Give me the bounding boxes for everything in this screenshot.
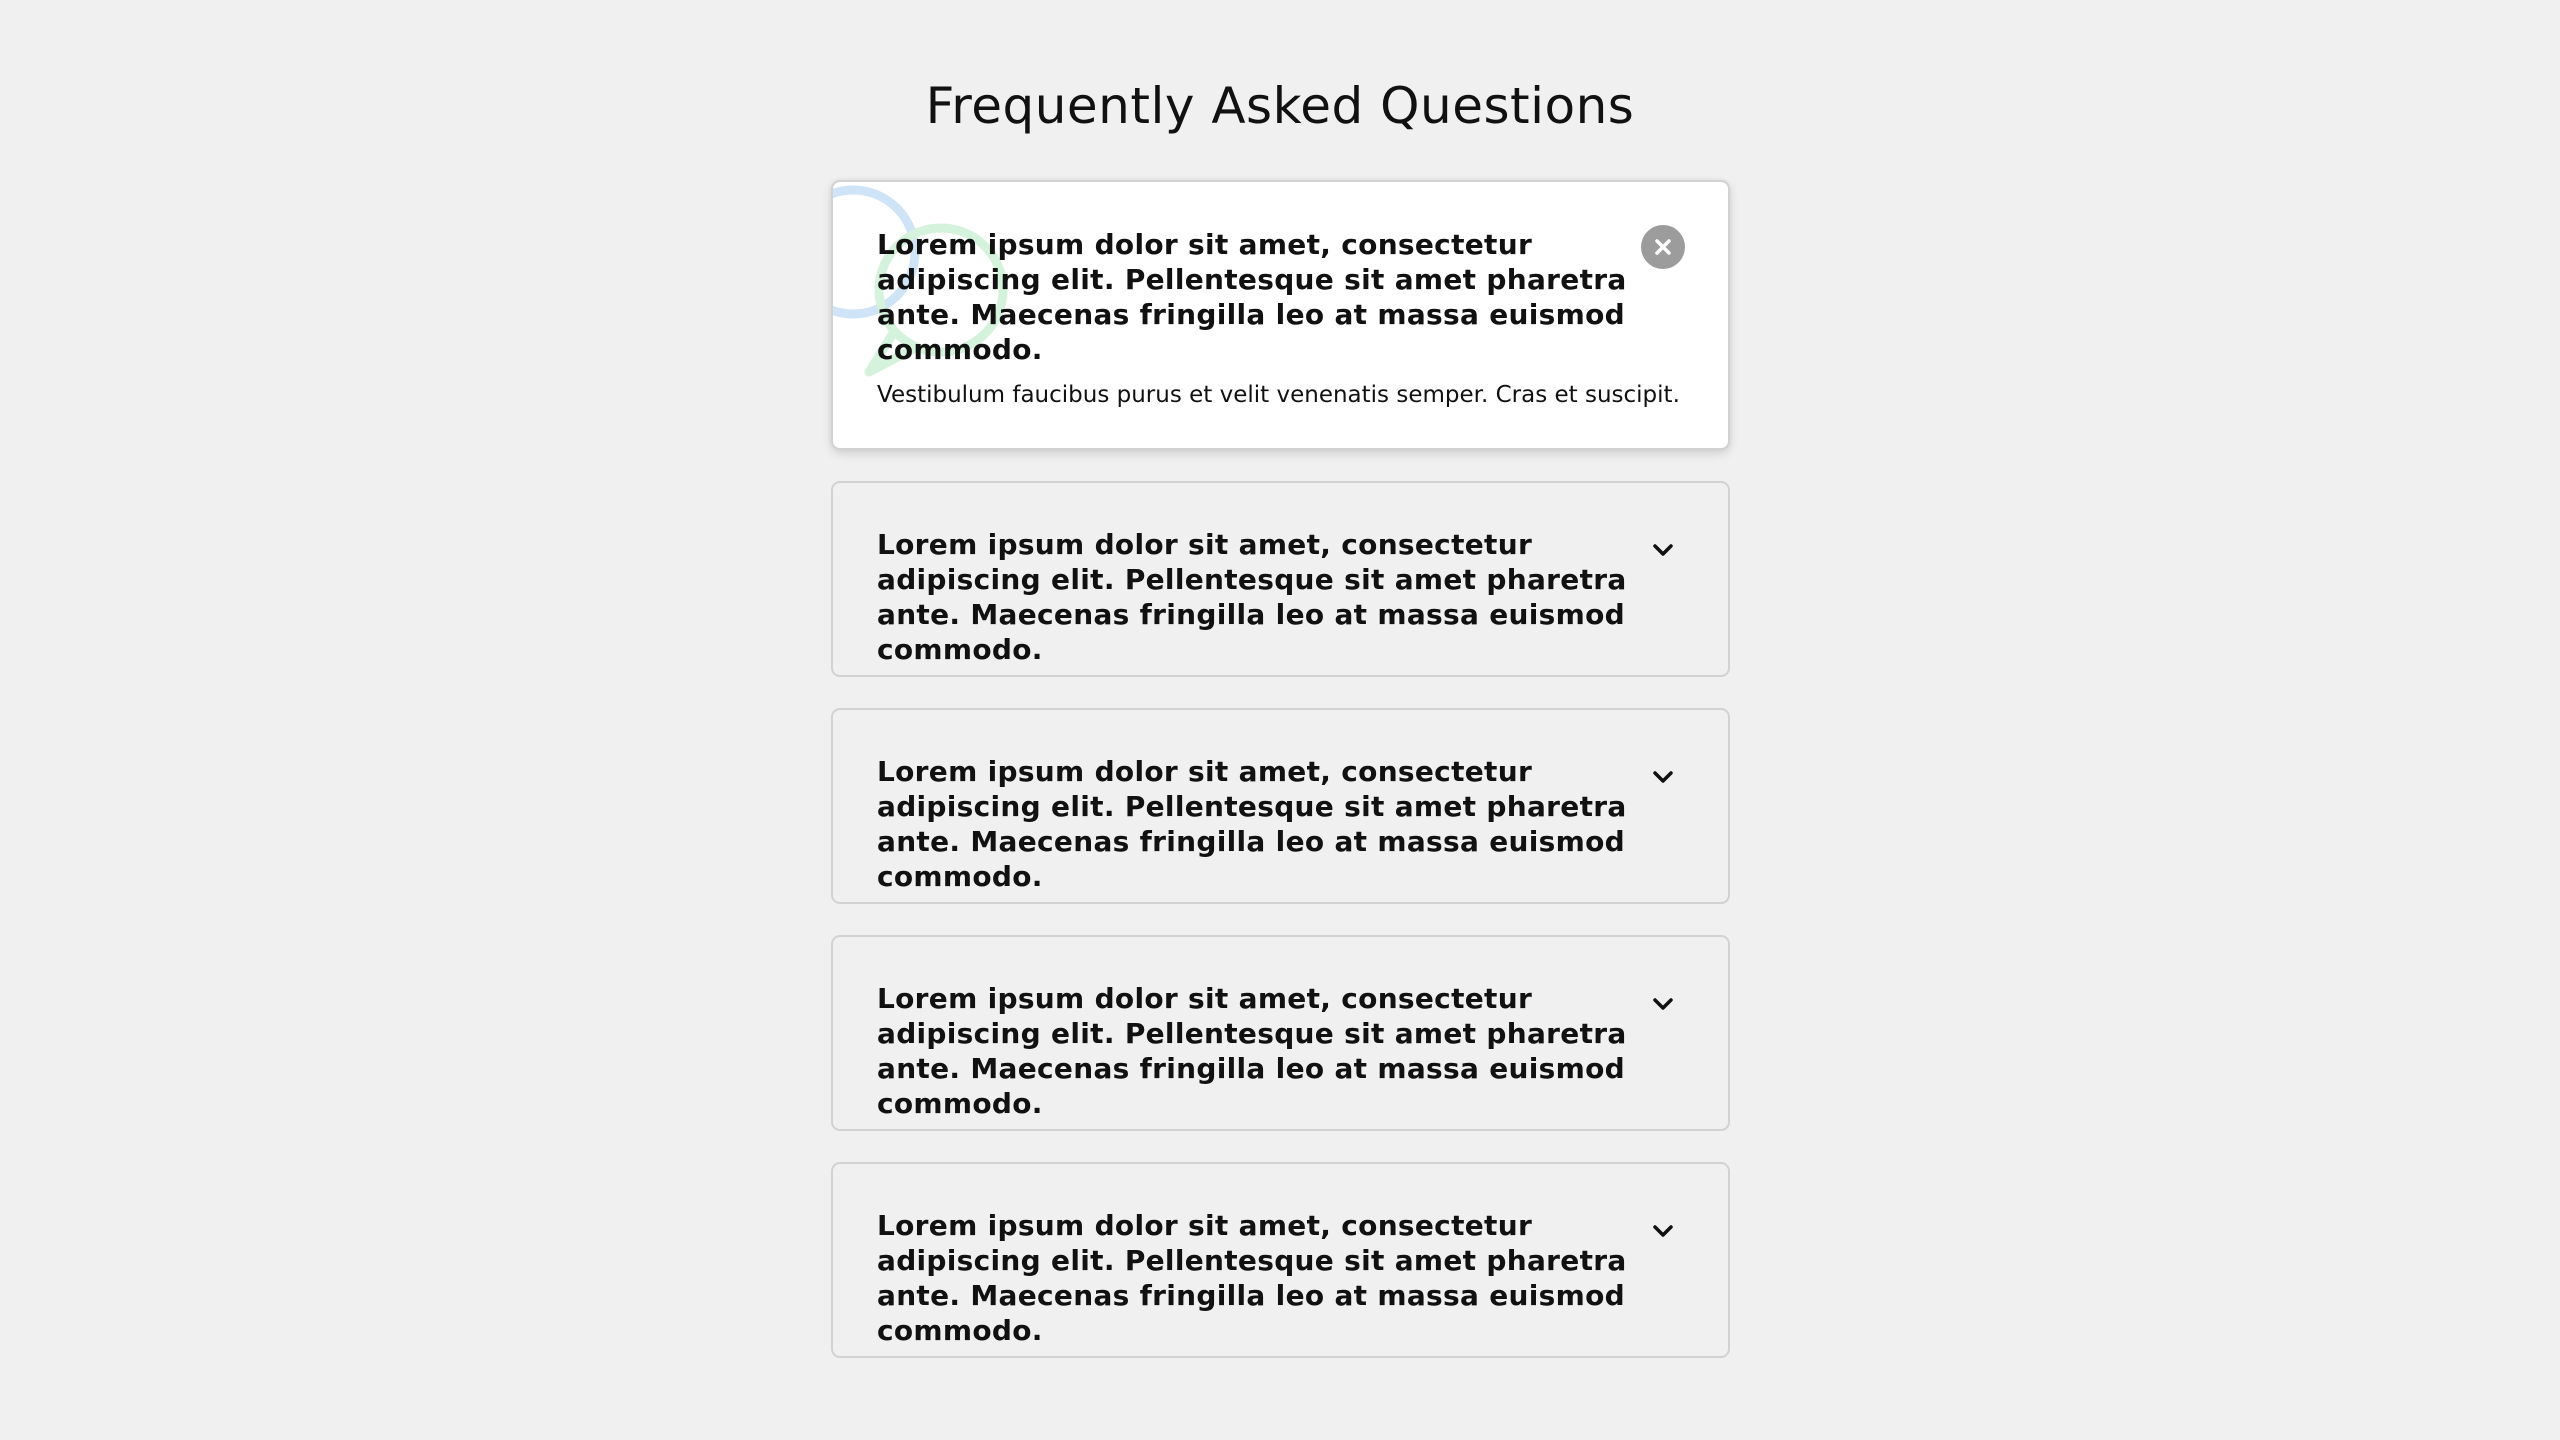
- collapse-button[interactable]: [1641, 225, 1685, 269]
- faq-list: Lorem ipsum dolor sit amet, consectetur …: [831, 180, 1730, 1389]
- expand-button[interactable]: [1641, 528, 1685, 572]
- expand-button[interactable]: [1641, 982, 1685, 1026]
- chevron-down-icon: [1653, 544, 1673, 556]
- faq-item[interactable]: Lorem ipsum dolor sit amet, consectetur …: [831, 935, 1730, 1131]
- chevron-down-icon: [1653, 771, 1673, 783]
- expand-button[interactable]: [1641, 1209, 1685, 1253]
- expand-button[interactable]: [1641, 755, 1685, 799]
- faq-question: Lorem ipsum dolor sit amet, consectetur …: [877, 1209, 1627, 1347]
- faq-item[interactable]: Lorem ipsum dolor sit amet, consectetur …: [831, 180, 1730, 450]
- chevron-down-icon: [1653, 1225, 1673, 1237]
- faq-question: Lorem ipsum dolor sit amet, consectetur …: [877, 755, 1627, 893]
- close-icon: [1655, 239, 1671, 255]
- faq-question: Lorem ipsum dolor sit amet, consectetur …: [877, 228, 1627, 366]
- faq-item[interactable]: Lorem ipsum dolor sit amet, consectetur …: [831, 481, 1730, 677]
- page-title: Frequently Asked Questions: [925, 77, 1635, 135]
- faq-question: Lorem ipsum dolor sit amet, consectetur …: [877, 982, 1627, 1120]
- faq-item[interactable]: Lorem ipsum dolor sit amet, consectetur …: [831, 1162, 1730, 1358]
- faq-question: Lorem ipsum dolor sit amet, consectetur …: [877, 528, 1627, 666]
- faq-item[interactable]: Lorem ipsum dolor sit amet, consectetur …: [831, 708, 1730, 904]
- chevron-down-icon: [1653, 998, 1673, 1010]
- faq-answer: Vestibulum faucibus purus et velit venen…: [877, 382, 1680, 408]
